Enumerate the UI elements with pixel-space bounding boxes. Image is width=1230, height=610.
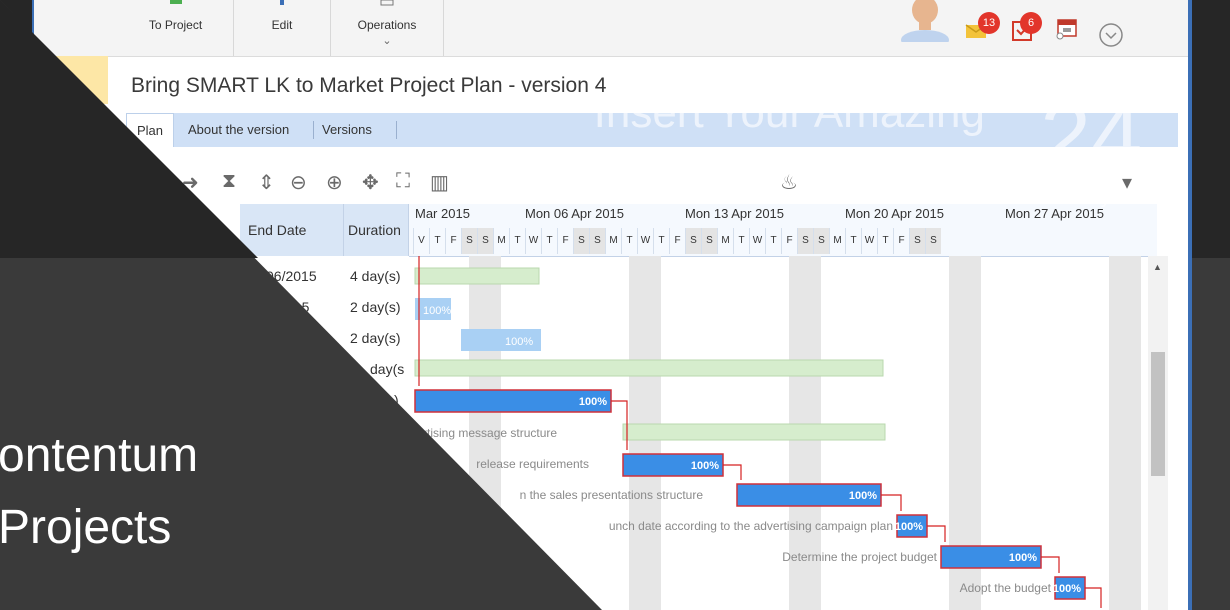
date-number: 24: [1040, 85, 1143, 187]
statement-text: Insert Your Amazing Statement Here: [593, 88, 985, 191]
slide-title-line1: ontentum: [0, 429, 199, 482]
date-month: m a y: [1046, 186, 1115, 208]
slide-title-line2: Projects: [0, 501, 172, 554]
